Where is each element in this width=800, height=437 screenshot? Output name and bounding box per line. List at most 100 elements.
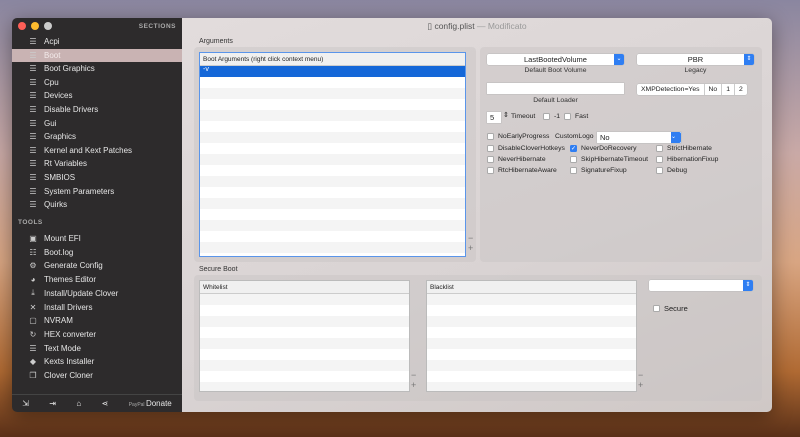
home-icon[interactable]: ⌂ <box>76 399 81 408</box>
sidebar-item-quirks[interactable]: ☰ Quirks <box>12 198 182 211</box>
xmp-segment[interactable]: 2 <box>735 84 747 95</box>
fast-checkbox[interactable]: Fast <box>564 113 588 120</box>
checkbox-box: ✓ <box>570 145 577 152</box>
sidebar-item-system-parameters[interactable]: ☰ System Parameters <box>12 185 182 198</box>
hibernationfixup-checkbox[interactable]: HibernationFixup <box>656 156 718 163</box>
checkbox-box <box>487 167 494 174</box>
share-icon[interactable]: ⋖ <box>102 399 109 408</box>
checkbox-label: NoEarlyProgress <box>498 133 550 140</box>
xmp-detection-segmented[interactable]: XMPDetection=Yes No 1 2 <box>637 84 747 95</box>
signaturefixup-checkbox[interactable]: SignatureFixup <box>570 167 627 174</box>
disablecloverhotkeys-checkbox[interactable]: DisableCloverHotkeys <box>487 145 565 152</box>
add-button[interactable]: + <box>468 244 473 253</box>
tool-item-mount-efi[interactable]: ▣ Mount EFI <box>12 232 182 245</box>
tool-item-boot-log[interactable]: ☷ Boot.log <box>12 246 182 259</box>
sidebar-item-rt-variables[interactable]: ☰ Rt Variables <box>12 157 182 170</box>
sidebar-item-label: Boot Graphics <box>44 64 95 74</box>
table-row <box>200 165 465 176</box>
table-row <box>427 316 636 327</box>
tool-item-install-drivers[interactable]: ✕ Install Drivers <box>12 301 182 314</box>
zoom-button[interactable] <box>44 22 52 30</box>
tool-item-themes-editor[interactable]: ◕ Themes Editor <box>12 273 182 286</box>
xmp-segment[interactable]: No <box>705 84 723 95</box>
export-icon[interactable]: ⇥ <box>49 399 56 408</box>
table-row <box>200 143 465 154</box>
remove-button[interactable]: − <box>468 234 473 243</box>
tool-item-text-mode[interactable]: ☰ Text Mode <box>12 342 182 355</box>
list-icon: ☰ <box>29 77 37 87</box>
boot-arguments-table[interactable]: Boot Arguments (right click context menu… <box>199 52 466 257</box>
sidebar-item-disable-drivers[interactable]: ☰ Disable Drivers <box>12 103 182 116</box>
blacklist-remove-button[interactable]: − <box>638 371 643 380</box>
skiphibernatetimeout-checkbox[interactable]: SkipHibernateTimeout <box>570 156 648 163</box>
debug-checkbox[interactable]: Debug <box>656 167 687 174</box>
default-boot-volume-select[interactable]: LastBootedVolume ⌄ <box>487 54 624 65</box>
sidebar-item-label: SMBIOS <box>44 173 76 182</box>
secure-checkbox[interactable]: Secure <box>653 304 688 313</box>
donate-button[interactable]: PayPal Donate <box>129 399 172 408</box>
rtchibernateaware-checkbox[interactable]: RtcHibernateAware <box>487 167 557 174</box>
tool-item-hex-converter[interactable]: ↻ HEX converter <box>12 328 182 341</box>
sidebar-item-devices[interactable]: ☰ Devices <box>12 89 182 102</box>
kext-icon: ◆ <box>29 357 37 367</box>
sidebar-item-smbios[interactable]: ☰ SMBIOS <box>12 171 182 184</box>
checkbox-label: NeverHibernate <box>498 156 546 163</box>
table-row <box>200 154 465 165</box>
sidebar-item-kernel-and-kext-patches[interactable]: ☰ Kernel and Kext Patches <box>12 144 182 157</box>
tool-item-generate-config[interactable]: ⚙ Generate Config <box>12 259 182 272</box>
list-icon: ☰ <box>29 145 37 155</box>
timeout-minus1-checkbox[interactable]: -1 <box>543 113 560 120</box>
sidebar-item-label: Boot <box>44 50 61 60</box>
sidebar-item-acpi[interactable]: ☰ Acpi <box>12 35 182 48</box>
import-icon[interactable]: ⇲ <box>22 399 29 408</box>
table-row[interactable]: -v <box>200 66 465 77</box>
list-icon: ☰ <box>29 200 37 210</box>
whitelist-table[interactable]: Whitelist <box>199 280 410 392</box>
minimize-button[interactable] <box>31 22 39 30</box>
tool-item-nvram[interactable]: ▢ NVRAM <box>12 314 182 327</box>
timeout-stepper[interactable]: ⇕ <box>503 111 509 119</box>
palette-icon: ◕ <box>30 275 36 285</box>
custom-logo-select[interactable]: No ⌄ <box>597 132 681 143</box>
sidebar-item-graphics[interactable]: ☰ Graphics <box>12 130 182 143</box>
donate-label: Donate <box>145 399 172 408</box>
table-header: Boot Arguments (right click context menu… <box>200 53 465 66</box>
sidebar-item-label: Rt Variables <box>44 159 87 169</box>
whitelist-remove-button[interactable]: − <box>411 371 416 380</box>
sidebar-item-boot-graphics[interactable]: ☰ Boot Graphics <box>12 62 182 75</box>
blacklist-add-button[interactable]: + <box>638 381 643 390</box>
checkbox-box <box>570 156 577 163</box>
neverhibernate-checkbox[interactable]: NeverHibernate <box>487 156 546 163</box>
xmp-segment[interactable]: 1 <box>722 84 735 95</box>
sidebar-item-label: Kernel and Kext Patches <box>44 145 133 155</box>
timeout-input[interactable]: 5 <box>487 112 501 123</box>
table-row <box>200 187 465 198</box>
checkbox-label: StrictHibernate <box>667 145 712 152</box>
legacy-select[interactable]: PBR ⇕ <box>637 54 754 65</box>
secure-boot-policy-select[interactable]: ⇕ <box>649 280 753 291</box>
no-early-progress-checkbox[interactable]: NoEarlyProgress <box>487 133 549 140</box>
table-row <box>427 382 636 391</box>
stricthibernate-checkbox[interactable]: StrictHibernate <box>656 145 712 152</box>
tool-item-clover-cloner[interactable]: ❐ Clover Cloner <box>12 369 182 382</box>
table-row <box>200 209 465 220</box>
sidebar-item-boot[interactable]: ☰ Boot <box>12 48 182 62</box>
paypal-icon: PayPal <box>128 402 146 408</box>
sidebar-item-cpu[interactable]: ☰ Cpu <box>12 76 182 89</box>
tool-item-label: Generate Config <box>44 261 103 271</box>
whitelist-add-button[interactable]: + <box>411 381 416 390</box>
sidebar-item-gui[interactable]: ☰ Gui <box>12 117 182 130</box>
tool-item-install-update-clover[interactable]: ⤓ Install/Update Clover <box>12 287 182 300</box>
close-button[interactable] <box>18 22 26 30</box>
tool-item-kexts-installer[interactable]: ◆ Kexts Installer <box>12 355 182 368</box>
default-loader-input[interactable] <box>487 83 624 94</box>
checkbox-box <box>487 145 494 152</box>
updown-icon: ⇕ <box>744 54 754 65</box>
sidebar-item-label: Quirks <box>44 200 68 210</box>
table-row <box>427 349 636 360</box>
neverdorecovery-checkbox[interactable]: ✓ NeverDoRecovery <box>570 145 637 152</box>
list-icon: ☰ <box>29 105 37 114</box>
blacklist-table[interactable]: Blacklist <box>426 280 637 392</box>
checkbox-label: SkipHibernateTimeout <box>581 156 648 163</box>
xmp-segment[interactable]: XMPDetection=Yes <box>637 84 705 95</box>
